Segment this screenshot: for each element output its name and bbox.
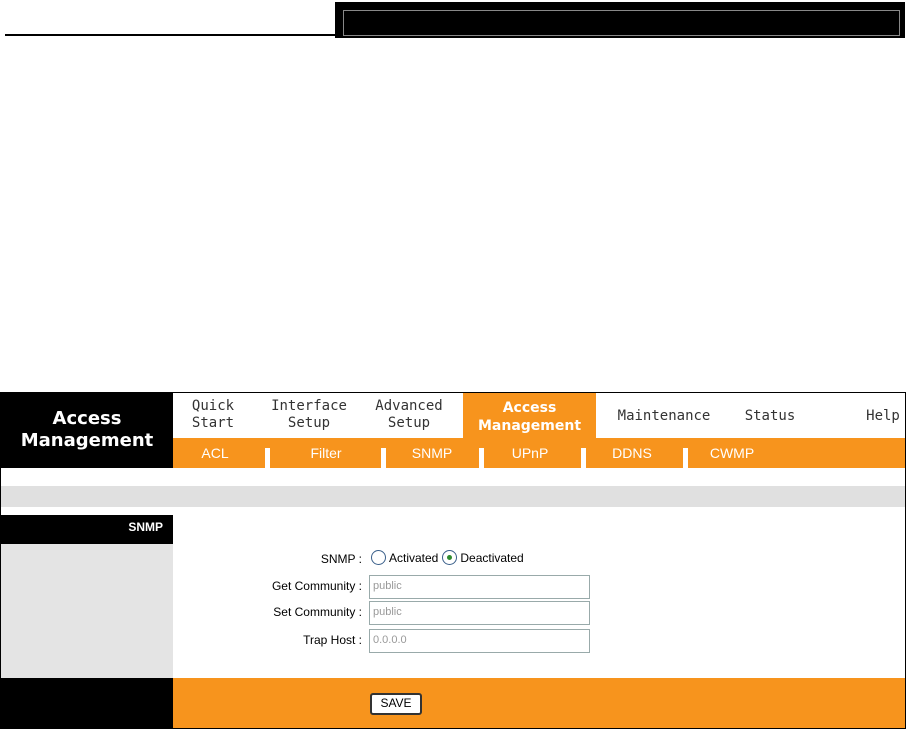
- subtab-filter[interactable]: Filter: [301, 444, 351, 462]
- set-community-row: Set Community : public: [173, 601, 905, 625]
- top-nav: Quick Start Interface Setup Advanced Set…: [173, 393, 905, 438]
- subnav-separator: [265, 448, 270, 468]
- subnav-separator: [479, 448, 484, 468]
- get-community-input[interactable]: public: [369, 575, 590, 599]
- sub-nav: ACL Filter SNMP UPnP DDNS CWMP: [173, 438, 905, 468]
- activated-radio[interactable]: [371, 550, 386, 565]
- footer-left: [1, 678, 173, 728]
- snmp-label: SNMP :: [320, 552, 362, 566]
- deactivated-label: Deactivated: [460, 550, 524, 565]
- document-header: [0, 0, 910, 40]
- subtab-snmp[interactable]: SNMP: [407, 444, 457, 462]
- grey-band: [1, 486, 905, 507]
- get-community-row: Get Community : public: [173, 575, 905, 599]
- tab-access-management[interactable]: Access Management: [463, 393, 596, 438]
- set-community-label: Set Community :: [273, 605, 362, 619]
- tab-interface-setup-line2: Setup: [287, 415, 331, 431]
- trap-host-input[interactable]: 0.0.0.0: [369, 629, 590, 653]
- router-ui: Access Management Quick Start Interface …: [0, 392, 906, 729]
- deactivated-radio[interactable]: [442, 550, 458, 565]
- brand-line-2: Management: [20, 430, 154, 451]
- tab-quick-start-line2: Start: [191, 415, 235, 431]
- subnav-separator: [581, 448, 586, 468]
- tab-help[interactable]: Help: [863, 408, 903, 425]
- snmp-row: SNMP : Activated Deactivated: [173, 548, 905, 572]
- tab-quick-start[interactable]: Quick Start: [191, 398, 235, 432]
- header-bar-frame: [343, 10, 900, 36]
- save-button[interactable]: SAVE: [370, 693, 422, 715]
- tab-access-management-line2: Management: [477, 418, 582, 434]
- page-title: Access Management: [1, 393, 173, 468]
- brand-line-1: Access: [52, 408, 122, 429]
- subtab-acl[interactable]: ACL: [195, 444, 235, 462]
- subtab-cwmp[interactable]: CWMP: [707, 444, 757, 462]
- trap-host-row: Trap Host : 0.0.0.0: [173, 629, 905, 653]
- activated-label: Activated: [389, 550, 439, 565]
- tab-interface-setup[interactable]: Interface Setup: [269, 398, 349, 432]
- tab-status[interactable]: Status: [743, 408, 797, 425]
- set-community-input[interactable]: public: [369, 601, 590, 625]
- tab-access-management-line1: Access: [502, 400, 557, 416]
- tab-interface-setup-line1: Interface: [271, 398, 347, 414]
- header-rule: [5, 34, 335, 36]
- get-community-label: Get Community :: [271, 579, 362, 593]
- trap-host-label: Trap Host :: [303, 633, 362, 647]
- snmp-radio-group: Activated Deactivated: [371, 550, 528, 565]
- tab-advanced-setup[interactable]: Advanced Setup: [367, 398, 451, 432]
- tab-quick-start-line1: Quick: [191, 398, 235, 414]
- tab-advanced-setup-line1: Advanced: [375, 398, 443, 414]
- subnav-separator: [683, 448, 688, 468]
- subtab-ddns[interactable]: DDNS: [607, 444, 657, 462]
- footer-bar: SAVE: [173, 678, 905, 728]
- tab-maintenance[interactable]: Maintenance: [614, 408, 714, 425]
- section-title: SNMP: [1, 515, 173, 544]
- snmp-form: SNMP : Activated Deactivated Get Communi…: [173, 515, 905, 678]
- subnav-separator: [381, 448, 386, 468]
- tab-advanced-setup-line2: Setup: [387, 415, 431, 431]
- subtab-upnp[interactable]: UPnP: [505, 444, 555, 462]
